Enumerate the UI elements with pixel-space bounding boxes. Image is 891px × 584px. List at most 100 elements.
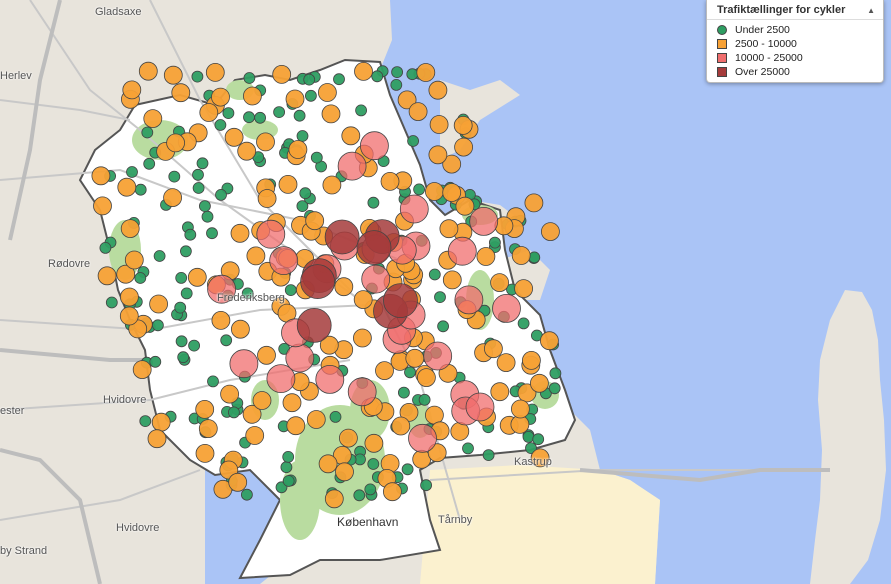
traffic-marker[interactable] — [254, 111, 267, 124]
traffic-marker[interactable] — [285, 343, 315, 373]
traffic-marker[interactable] — [122, 80, 142, 100]
traffic-marker[interactable] — [514, 279, 533, 299]
traffic-marker[interactable] — [428, 145, 448, 165]
traffic-marker[interactable] — [361, 264, 391, 294]
traffic-marker[interactable] — [335, 462, 354, 482]
map-canvas[interactable]: Gladsaxe Herlev Rødovre Frederiksberg Hv… — [0, 0, 891, 584]
traffic-marker[interactable] — [364, 433, 384, 453]
traffic-marker[interactable] — [126, 166, 138, 178]
traffic-marker[interactable] — [306, 410, 326, 429]
traffic-marker[interactable] — [97, 266, 117, 286]
traffic-marker[interactable] — [397, 386, 410, 399]
traffic-marker[interactable] — [99, 241, 112, 254]
traffic-marker[interactable] — [420, 479, 433, 492]
traffic-marker[interactable] — [424, 182, 444, 201]
traffic-marker[interactable] — [548, 382, 561, 395]
traffic-marker[interactable] — [192, 168, 204, 181]
traffic-marker[interactable] — [354, 62, 373, 81]
traffic-marker[interactable] — [117, 177, 137, 197]
traffic-marker[interactable] — [541, 222, 560, 242]
traffic-marker[interactable] — [488, 236, 501, 249]
traffic-marker[interactable] — [408, 423, 437, 453]
traffic-marker[interactable] — [153, 250, 166, 262]
traffic-marker[interactable] — [347, 377, 377, 407]
traffic-marker[interactable] — [256, 219, 286, 249]
traffic-marker[interactable] — [175, 335, 188, 348]
traffic-marker[interactable] — [356, 230, 392, 266]
traffic-marker[interactable] — [284, 284, 297, 297]
traffic-marker[interactable] — [454, 285, 484, 315]
traffic-marker[interactable] — [299, 187, 312, 200]
traffic-marker[interactable] — [317, 83, 337, 102]
traffic-marker[interactable] — [215, 188, 227, 201]
traffic-marker[interactable] — [418, 393, 431, 406]
traffic-marker[interactable] — [522, 430, 535, 443]
traffic-marker[interactable] — [413, 183, 426, 196]
traffic-marker[interactable] — [120, 219, 140, 239]
traffic-marker[interactable] — [242, 86, 262, 106]
traffic-marker[interactable] — [401, 463, 414, 476]
traffic-marker[interactable] — [285, 89, 305, 109]
traffic-marker[interactable] — [303, 73, 316, 86]
traffic-marker[interactable] — [132, 360, 152, 380]
traffic-marker[interactable] — [134, 183, 147, 196]
traffic-marker[interactable] — [272, 65, 292, 84]
traffic-marker[interactable] — [407, 135, 420, 147]
traffic-marker[interactable] — [143, 109, 163, 128]
traffic-marker[interactable] — [482, 449, 495, 462]
traffic-marker[interactable] — [338, 428, 358, 448]
traffic-marker[interactable] — [143, 157, 156, 170]
traffic-marker[interactable] — [383, 283, 418, 319]
traffic-marker[interactable] — [341, 126, 361, 146]
traffic-marker[interactable] — [367, 458, 380, 470]
traffic-marker[interactable] — [324, 489, 344, 509]
traffic-marker[interactable] — [359, 131, 389, 161]
traffic-marker[interactable] — [230, 319, 250, 339]
collapse-up-icon[interactable]: ▲ — [867, 6, 875, 15]
traffic-marker[interactable] — [166, 133, 186, 153]
traffic-marker[interactable] — [280, 461, 293, 474]
traffic-marker[interactable] — [490, 382, 510, 402]
traffic-marker[interactable] — [211, 310, 231, 330]
traffic-marker[interactable] — [483, 339, 503, 359]
traffic-marker[interactable] — [310, 151, 323, 164]
traffic-marker[interactable] — [192, 182, 205, 194]
traffic-marker[interactable] — [528, 251, 541, 264]
traffic-marker[interactable] — [305, 211, 325, 231]
traffic-marker[interactable] — [517, 317, 530, 330]
traffic-marker[interactable] — [278, 174, 298, 194]
traffic-marker[interactable] — [151, 412, 171, 432]
traffic-marker[interactable] — [177, 351, 190, 364]
traffic-marker[interactable] — [453, 116, 473, 135]
traffic-marker[interactable] — [416, 63, 436, 82]
traffic-marker[interactable] — [496, 353, 516, 373]
traffic-marker[interactable] — [442, 183, 462, 202]
traffic-marker[interactable] — [465, 392, 495, 422]
traffic-marker[interactable] — [134, 272, 147, 284]
traffic-marker[interactable] — [371, 70, 384, 83]
traffic-marker[interactable] — [220, 334, 233, 347]
traffic-marker[interactable] — [511, 399, 530, 419]
traffic-marker[interactable] — [199, 103, 219, 122]
traffic-marker[interactable] — [187, 267, 207, 287]
traffic-marker[interactable] — [293, 109, 306, 122]
traffic-marker[interactable] — [282, 475, 295, 487]
traffic-marker[interactable] — [454, 137, 474, 157]
traffic-marker[interactable] — [257, 345, 276, 365]
traffic-marker[interactable] — [380, 171, 400, 191]
traffic-marker[interactable] — [149, 355, 162, 368]
traffic-marker[interactable] — [240, 488, 253, 501]
traffic-marker[interactable] — [228, 472, 248, 492]
traffic-marker[interactable] — [429, 115, 449, 134]
traffic-marker[interactable] — [300, 264, 336, 300]
traffic-marker[interactable] — [549, 367, 562, 380]
traffic-marker[interactable] — [405, 348, 425, 368]
traffic-marker[interactable] — [191, 70, 204, 83]
traffic-marker[interactable] — [198, 200, 211, 213]
traffic-marker[interactable] — [353, 290, 373, 310]
traffic-marker[interactable] — [180, 287, 193, 300]
traffic-marker[interactable] — [296, 130, 309, 142]
traffic-marker[interactable] — [469, 206, 499, 236]
traffic-marker[interactable] — [171, 83, 191, 103]
traffic-marker[interactable] — [532, 433, 545, 446]
